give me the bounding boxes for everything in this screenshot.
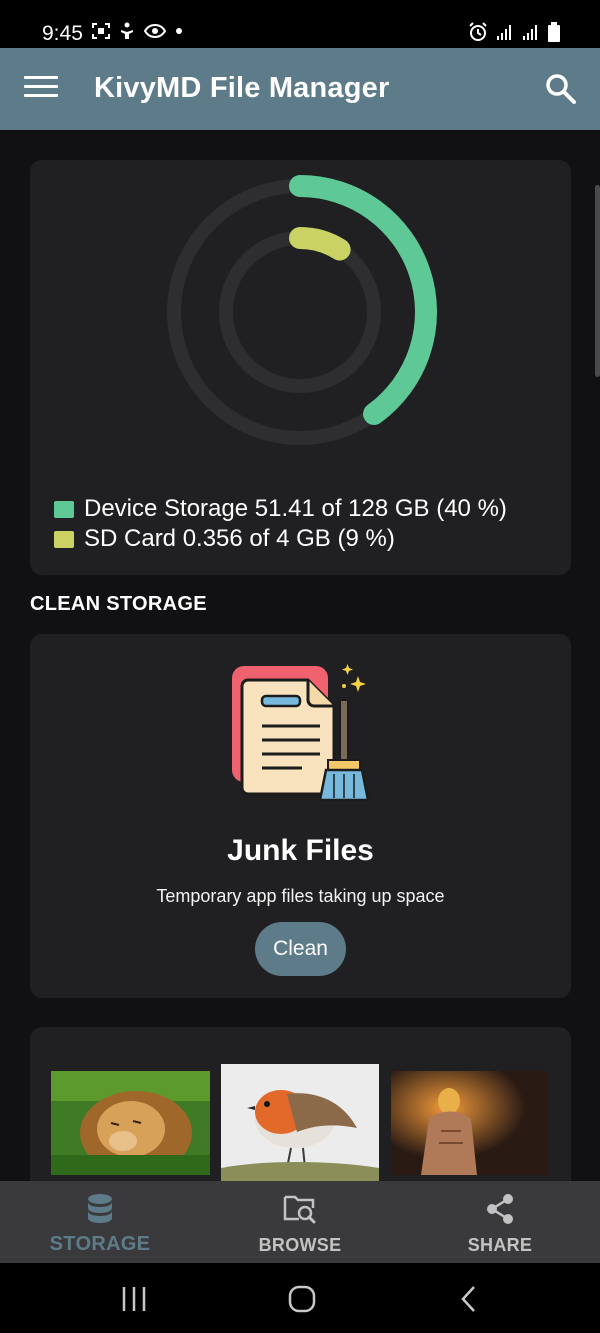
section-title-clean-storage: CLEAN STORAGE	[30, 593, 207, 615]
folder-search-icon	[283, 1195, 316, 1224]
junk-files-card: Junk Files Temporary app files taking up…	[30, 634, 571, 998]
battery-icon	[548, 22, 560, 42]
nav-label-share: SHARE	[467, 1235, 533, 1255]
nav-item-share[interactable]: SHARE	[400, 1181, 600, 1263]
bottom-navigation: STORAGE BROWSE SHARE	[0, 1181, 600, 1263]
junk-files-illustration	[232, 664, 370, 802]
status-icons-left	[92, 22, 183, 40]
signal-icon	[523, 25, 537, 40]
signal-icon	[497, 25, 511, 40]
app-title: KivyMD File Manager	[94, 72, 390, 104]
junk-files-subtitle: Temporary app files taking up space	[156, 886, 445, 906]
database-icon	[88, 1194, 112, 1223]
accessibility-icon	[121, 22, 133, 39]
nav-label-storage: STORAGE	[49, 1233, 151, 1255]
storage-legend: Device Storage 51.41 of 128 GB (40 %) SD…	[54, 494, 507, 554]
sd-card-track	[219, 231, 381, 393]
legend-device-storage: Device Storage 51.41 of 128 GB (40 %)	[54, 494, 507, 524]
device-storage-swatch	[54, 500, 74, 518]
sd-card-arc	[289, 227, 351, 261]
alarm-icon	[469, 22, 487, 41]
sd-card-label: SD Card 0.356 of 4 GB (9 %)	[84, 525, 395, 552]
nav-item-browse[interactable]: BROWSE	[200, 1181, 400, 1263]
nav-item-storage[interactable]: STORAGE	[0, 1181, 200, 1263]
dot-icon	[176, 28, 182, 34]
eye-icon	[144, 24, 166, 38]
scrollbar[interactable]	[595, 185, 600, 377]
status-bar: 9:45	[0, 0, 600, 48]
legend-sd-card: SD Card 0.356 of 4 GB (9 %)	[54, 524, 507, 554]
menu-icon[interactable]	[24, 76, 58, 102]
status-time: 9:45	[42, 22, 83, 45]
share-icon	[487, 1194, 513, 1224]
clean-button[interactable]: Clean	[255, 922, 346, 976]
storage-card: Device Storage 51.41 of 128 GB (40 %) SD…	[30, 160, 571, 575]
robin-bird-photo[interactable]	[221, 1064, 379, 1182]
search-icon[interactable]	[544, 72, 578, 106]
man-with-lightbulb-photo[interactable]	[391, 1071, 549, 1175]
nav-label-browse: BROWSE	[258, 1235, 342, 1255]
home-icon[interactable]	[282, 1283, 322, 1315]
status-icons-right	[468, 22, 560, 42]
recents-icon[interactable]	[114, 1283, 154, 1315]
app-bar: KivyMD File Manager	[0, 48, 600, 130]
junk-files-title: Junk Files	[227, 834, 374, 867]
lion-photo[interactable]	[51, 1071, 210, 1175]
storage-donut-chart	[167, 175, 437, 445]
sd-card-swatch	[54, 530, 74, 548]
back-icon[interactable]	[450, 1283, 490, 1315]
device-storage-label: Device Storage 51.41 of 128 GB (40 %)	[84, 495, 507, 522]
screenshot-icon	[92, 23, 110, 39]
system-navigation-bar	[0, 1263, 600, 1333]
